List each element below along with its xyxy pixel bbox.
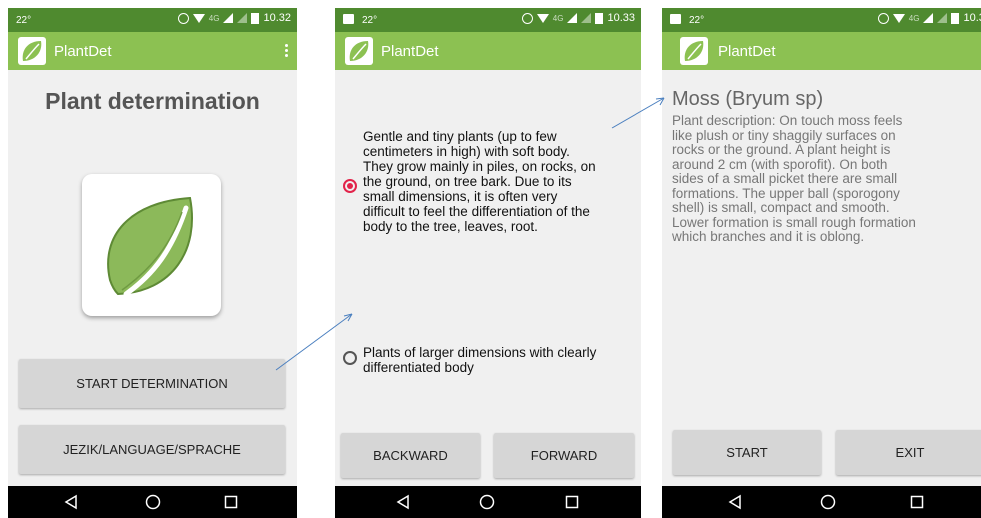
wifi-icon xyxy=(536,13,549,23)
app-title: PlantDet xyxy=(54,43,112,60)
status-temperature: 22° xyxy=(362,15,378,26)
option-radio-larger-plants[interactable] xyxy=(343,351,357,365)
network-type: 4G xyxy=(208,13,220,23)
start-button[interactable]: START xyxy=(673,430,821,475)
page-title: Plant determination xyxy=(45,88,260,114)
option-text-small-plants[interactable]: Gentle and tiny plants (up to few centim… xyxy=(363,129,641,234)
status-temperature: 22° xyxy=(689,15,705,26)
alarm-icon xyxy=(521,12,533,24)
back-triangle-icon[interactable] xyxy=(726,493,744,511)
app-bar: PlantDet xyxy=(662,32,981,70)
language-button[interactable]: JEZIK/LANGUAGE/SPRACHE xyxy=(19,425,285,474)
leaf-icon xyxy=(18,37,46,65)
signal-icon xyxy=(223,13,234,23)
leaf-icon xyxy=(680,37,708,65)
app-title: PlantDet xyxy=(381,43,439,60)
start-determination-button[interactable]: START DETERMINATION xyxy=(19,359,285,408)
phone-screen-question: 22° 4G 10.33 PlantDet Gentle and tiny pl… xyxy=(335,8,641,518)
home-circle-icon[interactable] xyxy=(478,493,496,511)
navigation-bar xyxy=(662,486,981,518)
home-circle-icon[interactable] xyxy=(144,493,162,511)
navigation-bar xyxy=(8,486,297,518)
app-title: PlantDet xyxy=(718,43,776,60)
navigation-bar xyxy=(335,486,641,518)
battery-icon xyxy=(951,12,960,24)
overflow-menu-icon[interactable] xyxy=(283,42,289,60)
backward-button[interactable]: BACKWARD xyxy=(341,433,480,478)
alarm-icon xyxy=(177,12,189,24)
signal-icon xyxy=(567,13,578,23)
recents-square-icon[interactable] xyxy=(222,493,240,511)
option-radio-small-plants[interactable] xyxy=(343,179,357,193)
back-triangle-icon[interactable] xyxy=(62,493,80,511)
image-notification-icon xyxy=(343,14,354,24)
plant-name: Moss (Bryum sp) xyxy=(672,88,824,110)
battery-icon xyxy=(595,12,604,24)
status-time: 10.33 xyxy=(963,12,981,24)
leaf-icon xyxy=(82,174,221,316)
phone-screen-home: 22° 4G 10.32 PlantDet Plant determinatio… xyxy=(8,8,297,518)
signal-icon-secondary xyxy=(581,13,592,23)
app-bar: PlantDet xyxy=(8,32,297,70)
recents-square-icon[interactable] xyxy=(908,493,926,511)
image-notification-icon xyxy=(670,14,681,24)
back-triangle-icon[interactable] xyxy=(394,493,412,511)
forward-button[interactable]: FORWARD xyxy=(494,433,634,478)
phone-screen-result: 22° 4G 10.33 PlantDet Moss (Bryum sp) Pl… xyxy=(662,8,981,518)
status-time: 10.33 xyxy=(607,12,635,24)
option-text-larger-plants[interactable]: Plants of larger dimensions with clearly… xyxy=(363,345,641,375)
network-type: 4G xyxy=(552,13,564,23)
network-type: 4G xyxy=(908,13,920,23)
plant-description: Plant description: On touch moss feels l… xyxy=(672,113,916,244)
signal-icon-secondary xyxy=(237,13,248,23)
app-bar: PlantDet xyxy=(335,32,641,70)
status-bar: 22° 4G 10.33 xyxy=(662,8,981,32)
recents-square-icon[interactable] xyxy=(563,493,581,511)
signal-icon xyxy=(923,13,934,23)
battery-icon xyxy=(251,12,260,24)
status-temperature: 22° xyxy=(16,15,32,26)
home-circle-icon[interactable] xyxy=(819,493,837,511)
wifi-icon xyxy=(892,13,905,23)
wifi-icon xyxy=(192,13,205,23)
status-bar: 22° 4G 10.33 xyxy=(335,8,641,32)
alarm-icon xyxy=(877,12,889,24)
exit-button[interactable]: EXIT xyxy=(836,430,981,475)
leaf-icon xyxy=(345,37,373,65)
status-time: 10.32 xyxy=(263,12,291,24)
signal-icon-secondary xyxy=(937,13,948,23)
status-bar: 22° 4G 10.32 xyxy=(8,8,297,32)
